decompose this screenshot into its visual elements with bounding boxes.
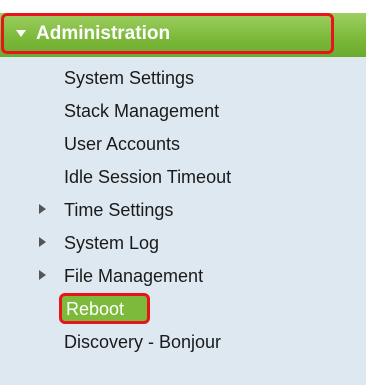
selected-item-highlight-box — [59, 293, 150, 324]
nav-item-label: File Management — [64, 266, 204, 286]
nav-item-file-management[interactable]: File Management — [0, 259, 366, 292]
nav-item-system-log[interactable]: System Log — [0, 226, 366, 259]
administration-section-header[interactable]: Administration — [0, 13, 366, 57]
nav-item-time-settings[interactable]: Time Settings — [0, 193, 366, 226]
expand-triangle-icon[interactable] — [39, 270, 46, 280]
nav-item-user-accounts[interactable]: User Accounts — [0, 127, 366, 160]
nav-item-discovery-bonjour[interactable]: Discovery - Bonjour — [0, 325, 366, 358]
nav-item-label: User Accounts — [64, 134, 181, 154]
nav-item-label: System Settings — [64, 68, 195, 88]
nav-item-idle-session-timeout[interactable]: Idle Session Timeout — [0, 160, 366, 193]
header-highlight-box — [1, 13, 334, 54]
nav-item-label: System Log — [64, 233, 160, 253]
nav-item-label: Idle Session Timeout — [64, 167, 232, 187]
nav-item-stack-management[interactable]: Stack Management — [0, 94, 366, 127]
nav-item-reboot[interactable]: Reboot — [0, 292, 366, 325]
expand-triangle-icon[interactable] — [39, 237, 46, 247]
expand-triangle-icon[interactable] — [39, 204, 46, 214]
nav-item-label: Discovery - Bonjour — [64, 332, 222, 352]
admin-nav-panel: Administration System Settings Stack Man… — [0, 13, 366, 385]
nav-item-label: Time Settings — [64, 200, 174, 220]
nav-item-system-settings[interactable]: System Settings — [0, 61, 366, 94]
nav-item-label: Stack Management — [64, 101, 220, 121]
